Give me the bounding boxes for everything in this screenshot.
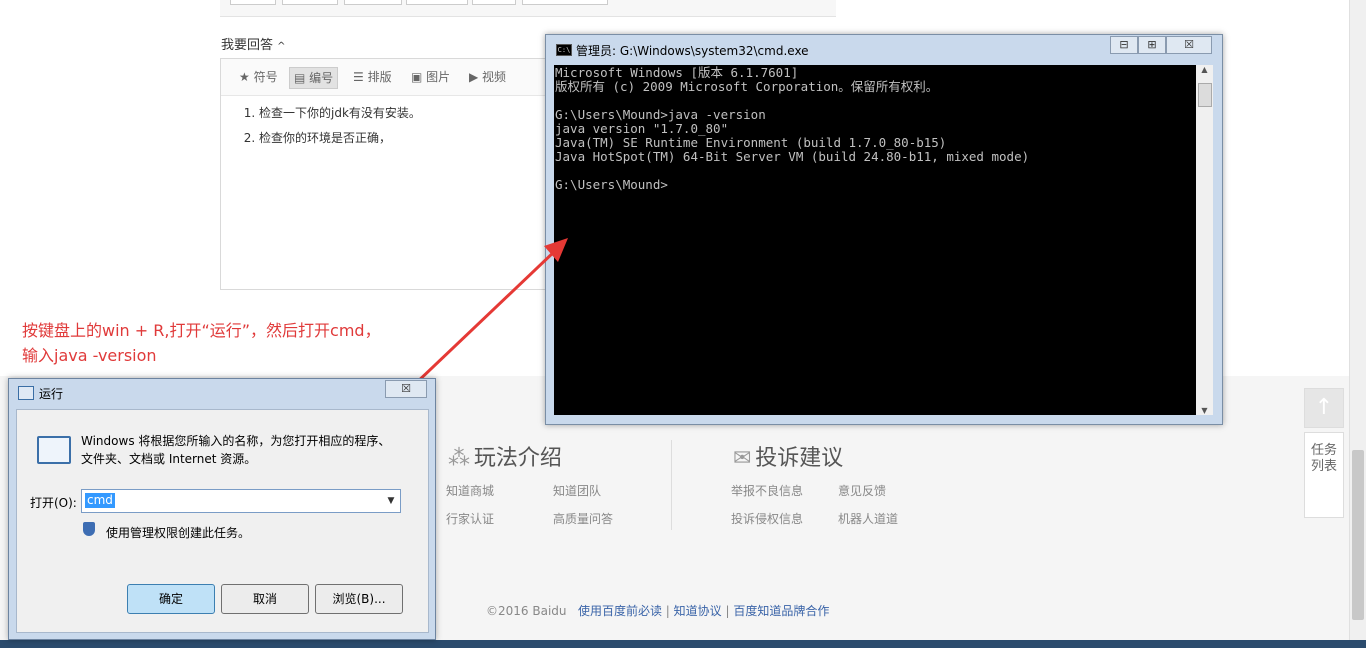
run-description: Windows 将根据您所输入的名称，为您打开相应的程序、文件夹、文档或 Int… [81,434,391,466]
open-label: 打开(O): [30,496,77,510]
ok-button[interactable]: 确定 [127,584,215,614]
shield-icon [83,522,95,536]
run-dialog-body: Windows 将根据您所输入的名称，为您打开相应的程序、文件夹、文档或 Int… [16,409,429,633]
chevron-down-icon[interactable]: ▼ [382,490,400,512]
run-close-button[interactable]: ☒ [385,380,427,398]
open-input-value[interactable]: cmd [85,493,115,508]
open-combobox[interactable]: cmd ▼ [81,489,401,513]
admin-note: 使用管理权限创建此任务。 [106,526,251,540]
close-icon: ☒ [401,382,411,395]
run-dialog-title: 运行 [39,387,64,401]
run-window-icon [18,386,34,400]
run-program-icon [37,436,71,464]
cancel-button[interactable]: 取消 [221,584,309,614]
run-dialog[interactable]: 运行 ☒ Windows 将根据您所输入的名称，为您打开相应的程序、文件夹、文档… [8,378,436,640]
browse-button[interactable]: 浏览(B)... [315,584,403,614]
